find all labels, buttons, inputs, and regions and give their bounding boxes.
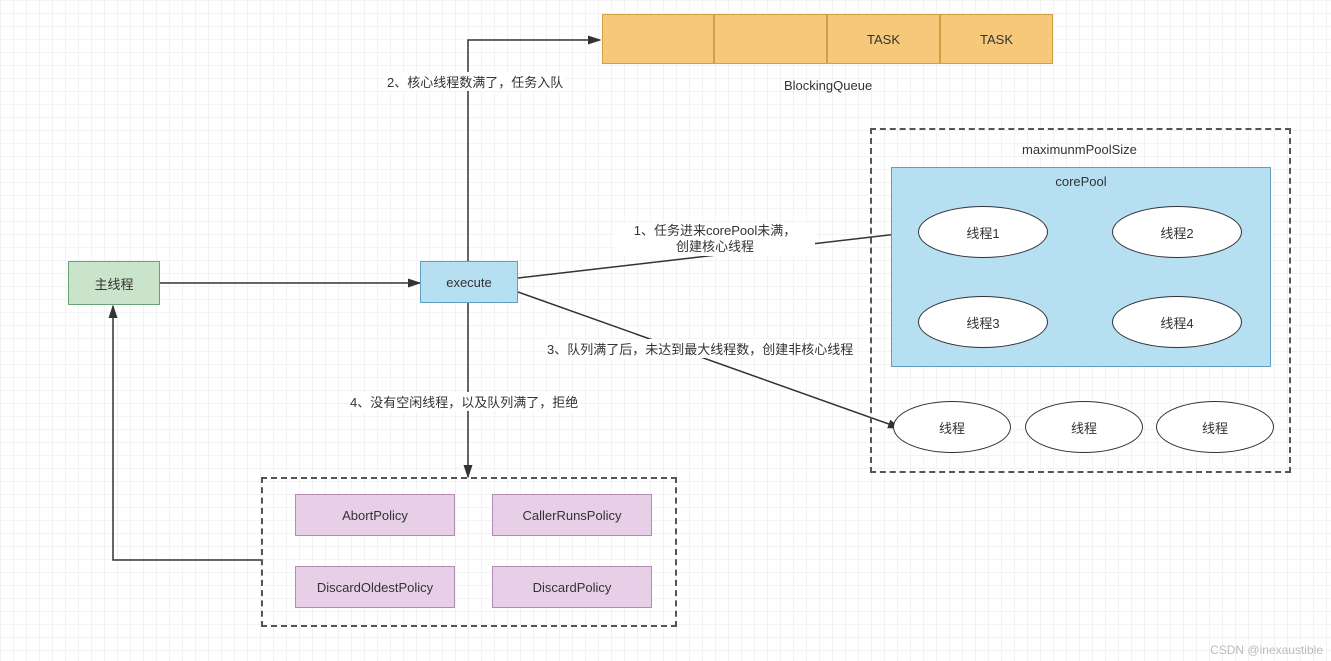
main-thread-box: 主线程 (68, 261, 160, 305)
core-thread-1: 线程1 (918, 206, 1048, 258)
extra-thread-3: 线程 (1156, 401, 1274, 453)
step2-label: 2、核心线程数满了，任务入队 (385, 72, 565, 91)
policy-discard: DiscardPolicy (492, 566, 652, 608)
extra-thread-1: 线程 (893, 401, 1011, 453)
extra-thread-2: 线程 (1025, 401, 1143, 453)
queue-cell-0 (602, 14, 714, 64)
core-thread-4: 线程4 (1112, 296, 1242, 348)
step4-label: 4、没有空闲线程，以及队列满了，拒绝 (348, 392, 580, 411)
step3-label: 3、队列满了后，未达到最大线程数，创建非核心线程 (545, 339, 855, 358)
main-thread-label: 主线程 (94, 274, 133, 293)
core-thread-3: 线程3 (918, 296, 1048, 348)
queue-cell-1 (714, 14, 827, 64)
watermark: CSDN @inexaustible (1210, 643, 1323, 657)
core-thread-2: 线程2 (1112, 206, 1242, 258)
policy-caller-runs: CallerRunsPolicy (492, 494, 652, 536)
policy-discard-oldest: DiscardOldestPolicy (295, 566, 455, 608)
execute-label: execute (446, 275, 492, 290)
queue-cell-3: TASK (940, 14, 1053, 64)
queue-cell-2: TASK (827, 14, 940, 64)
blocking-queue-label: BlockingQueue (782, 78, 874, 93)
core-pool-label: corePool (1055, 174, 1106, 189)
execute-box: execute (420, 261, 518, 303)
policy-abort: AbortPolicy (295, 494, 455, 536)
max-pool-label: maximunmPoolSize (1020, 142, 1139, 157)
step1-label: 1、任务进来corePool未满，创建核心线程 (615, 223, 815, 256)
